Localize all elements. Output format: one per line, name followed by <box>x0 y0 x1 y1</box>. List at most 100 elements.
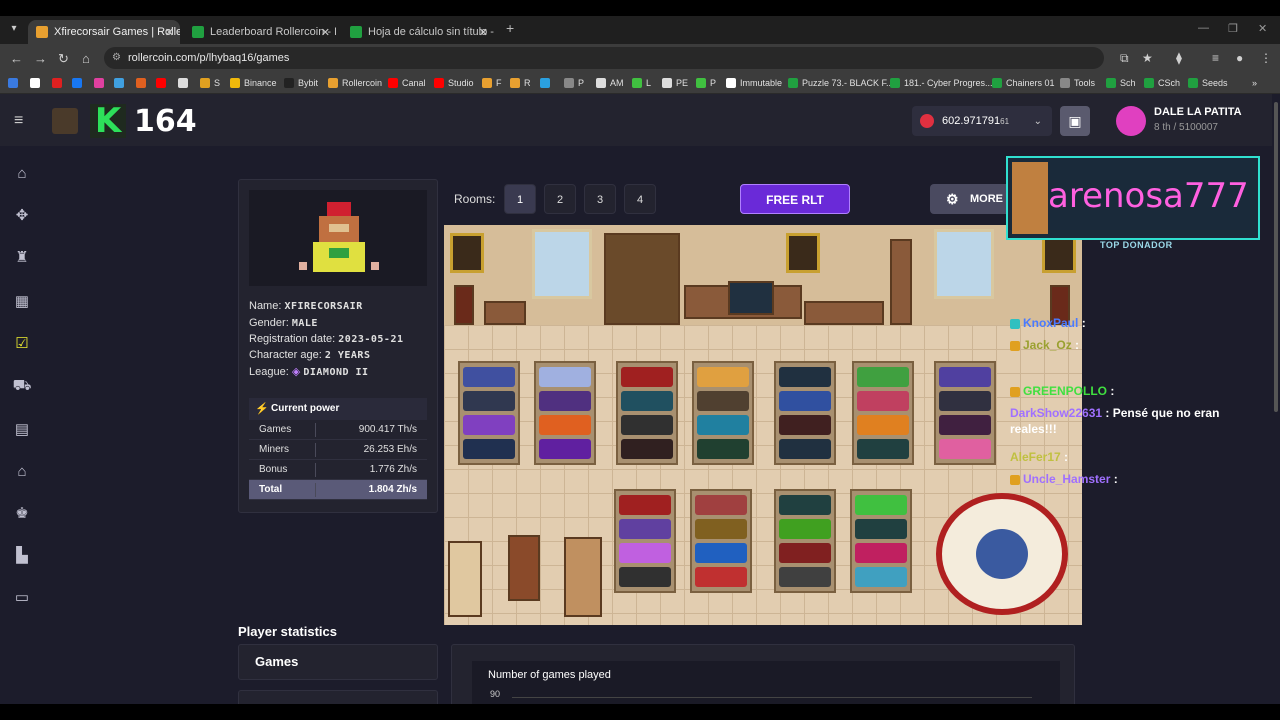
close-window-icon[interactable]: ✕ <box>1258 22 1267 35</box>
hall-icon[interactable]: ⌂ <box>12 462 32 482</box>
profile-avatar[interactable] <box>1116 106 1146 136</box>
home-icon[interactable]: ⌂ <box>82 51 90 66</box>
miner-rack[interactable] <box>850 489 912 593</box>
room-button-4[interactable]: 4 <box>624 184 656 214</box>
bookmark-icon[interactable] <box>114 76 128 90</box>
bookmark-icon[interactable] <box>30 76 44 90</box>
bookshelf[interactable] <box>604 233 680 325</box>
maximize-icon[interactable]: ❐ <box>1228 22 1238 35</box>
miner-rack[interactable] <box>614 489 676 593</box>
balance-dropdown[interactable]: 602.971791 61 ⌄ <box>912 106 1052 136</box>
rooms-label: Rooms: <box>454 192 496 206</box>
bookmark-csch[interactable]: CSch <box>1144 76 1180 90</box>
bookmark-bybit[interactable]: Bybit <box>284 76 318 90</box>
wallet-button[interactable]: ▣ <box>1060 106 1090 136</box>
extensions-icon[interactable]: ⧫ <box>1176 51 1182 65</box>
miner-rack[interactable] <box>852 361 914 465</box>
tab-next[interactable] <box>238 690 438 704</box>
tab-spreadsheet[interactable]: Hoja de cálculo sin título - Hoja ✕ <box>342 20 494 44</box>
bookmark-icon[interactable] <box>8 76 22 90</box>
bookmark-am[interactable]: AM <box>596 76 624 90</box>
store-icon[interactable]: ▤ <box>12 420 32 440</box>
cast-icon[interactable]: ⧉ <box>1120 51 1129 66</box>
avatar[interactable] <box>52 108 78 134</box>
miner-rack[interactable] <box>534 361 596 465</box>
tab-rollercoin-games[interactable]: Xfirecorsair Games | Rollercoin ✕ <box>28 20 180 44</box>
miner-rack[interactable] <box>690 489 752 593</box>
news-icon[interactable]: ▭ <box>12 588 32 608</box>
menu-icon[interactable]: ⋮ <box>1260 51 1272 65</box>
scroll-thumb[interactable] <box>1274 102 1278 412</box>
site-info-icon[interactable]: ⚙ <box>112 47 121 69</box>
bookmark-seeds[interactable]: Seeds <box>1188 76 1228 90</box>
bookmark-icon[interactable] <box>156 76 170 90</box>
bookmark-icon[interactable] <box>178 76 192 90</box>
bookmark-canal[interactable]: Canal <box>388 76 426 90</box>
bookmark-cyber[interactable]: 181.- Cyber Progres... <box>890 76 993 90</box>
bookmark-p[interactable]: P <box>696 76 716 90</box>
power-row-games: Games 900.417 Th/s <box>249 420 427 440</box>
profile-name[interactable]: DALE LA PATITA <box>1154 106 1242 118</box>
bookmark-star-icon[interactable]: ★ <box>1142 51 1153 65</box>
events-icon[interactable]: ▦ <box>12 292 32 312</box>
bookmark-binance[interactable]: Binance <box>230 76 277 90</box>
bookmark-l[interactable]: L <box>632 76 651 90</box>
trophy-icon[interactable]: ♚ <box>12 504 32 524</box>
tab-games[interactable]: Games <box>238 644 438 680</box>
factory-icon[interactable]: ▙ <box>12 546 32 566</box>
miner-rack[interactable] <box>774 489 836 593</box>
bookmark-puzzle[interactable]: Puzzle 73.- BLACK F... <box>788 76 894 90</box>
miner-rack[interactable] <box>934 361 996 465</box>
close-icon[interactable]: ✕ <box>321 26 330 39</box>
bookmark-immutable[interactable]: Immutable <box>726 76 782 90</box>
gamepad-icon[interactable]: ✥ <box>12 206 32 226</box>
minimize-icon[interactable]: — <box>1198 22 1209 34</box>
bookmark-s[interactable]: S <box>200 76 220 90</box>
mining-room[interactable] <box>444 225 1082 625</box>
home-icon[interactable]: ⌂ <box>12 164 32 184</box>
bookmark-studio[interactable]: Studio <box>434 76 474 90</box>
more-bookmarks-icon[interactable]: » <box>1252 76 1257 90</box>
bookmark-icon[interactable] <box>136 76 150 90</box>
back-arrow-icon[interactable]: ← <box>10 51 23 66</box>
url-input[interactable]: ⚙ rollercoin.com/p/lhybaq16/games <box>104 47 1104 69</box>
bookmark-r[interactable]: R <box>510 76 531 90</box>
forward-arrow-icon[interactable]: → <box>34 51 47 66</box>
miner-rack[interactable] <box>774 361 836 465</box>
stream-chat: KnoxPaul : Jack_Oz : GREENPOLLO : DarkSh… <box>1010 316 1280 496</box>
bookmark-telegram[interactable] <box>540 76 554 90</box>
bookmark-chainers[interactable]: Chainers 01 <box>992 76 1055 90</box>
tab-search-icon[interactable]: ▾ <box>6 21 22 37</box>
new-tab-button[interactable]: + <box>506 20 514 36</box>
media-icon[interactable]: ≡ <box>1212 51 1219 65</box>
miner-rack[interactable] <box>616 361 678 465</box>
bookmark-icon[interactable] <box>72 76 86 90</box>
close-icon[interactable]: ✕ <box>479 26 488 39</box>
bookmark-f[interactable]: F <box>482 76 502 90</box>
room-button-2[interactable]: 2 <box>544 184 576 214</box>
bookmark-tools[interactable]: Tools <box>1060 76 1095 90</box>
marketplace-icon[interactable]: ⛟ <box>12 376 32 396</box>
bookmark-icon[interactable] <box>94 76 108 90</box>
referral-icon[interactable]: ♜ <box>12 248 32 268</box>
bookmark-sch[interactable]: Sch <box>1106 76 1136 90</box>
room-button-1[interactable]: 1 <box>504 184 536 214</box>
tasks-icon[interactable]: ☑ <box>12 334 32 354</box>
reload-icon[interactable]: ↻ <box>58 51 69 67</box>
close-icon[interactable]: ✕ <box>165 26 174 39</box>
miner-rack[interactable] <box>692 361 754 465</box>
bookmark-rollercoin[interactable]: Rollercoin <box>328 76 382 90</box>
bookmark-folder-p[interactable]: P <box>564 76 584 90</box>
page-scrollbar[interactable] <box>1272 94 1280 704</box>
miner-rack[interactable] <box>458 361 520 465</box>
streamer-name: arenosa777 <box>1048 176 1249 216</box>
current-power-box: ⚡ Current power Games 900.417 Th/s Miners… <box>249 398 427 504</box>
tab-leaderboard[interactable]: Leaderboard Rollercoin - Hoja de ✕ <box>184 20 336 44</box>
bookmark-pe[interactable]: PE <box>662 76 688 90</box>
room-button-3[interactable]: 3 <box>584 184 616 214</box>
menu-icon[interactable]: ≡ <box>14 112 23 130</box>
bookmark-icon[interactable] <box>52 76 66 90</box>
free-rlt-button[interactable]: FREE RLT <box>740 184 850 214</box>
profile-icon[interactable]: ● <box>1236 51 1243 65</box>
computer-monitor[interactable] <box>728 281 774 315</box>
